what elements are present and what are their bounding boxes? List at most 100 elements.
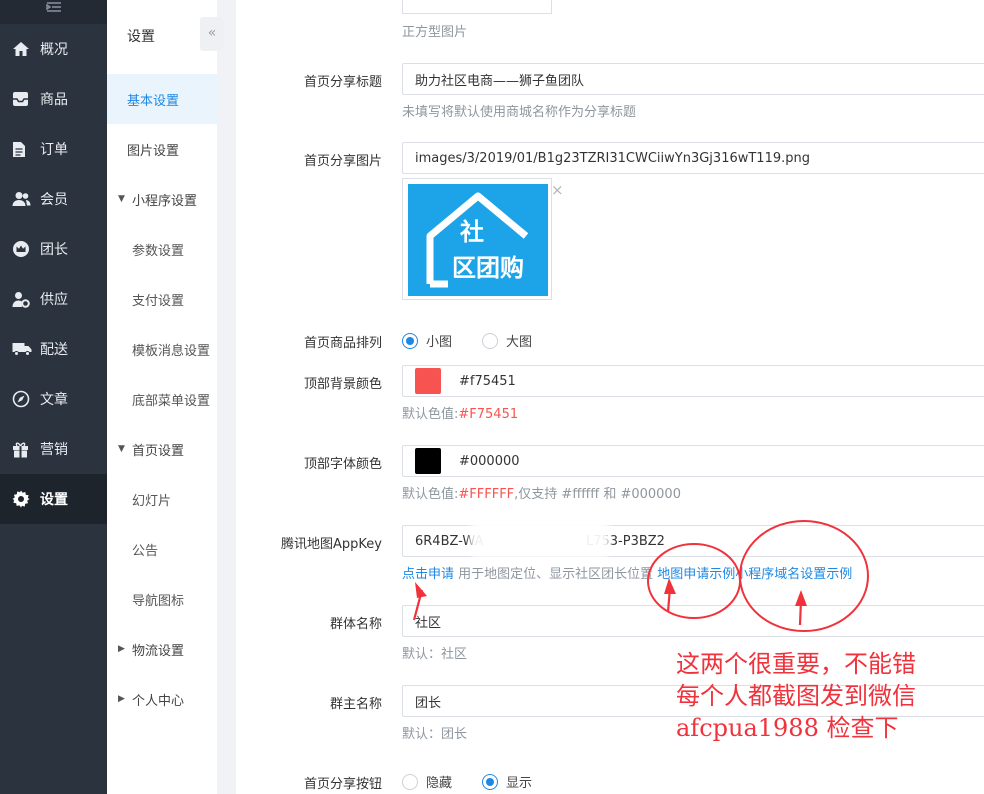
collapse-subnav-button[interactable]: « [200, 17, 224, 51]
hint-prefix: 默认色值: [402, 407, 459, 422]
annotation-line-3: afcpua1988 检查下 [676, 714, 899, 742]
hint-default-value: #F75451 [458, 407, 519, 422]
crown-icon [0, 240, 40, 258]
settings-form: 正方型图片 首页分享标题 助力社区电商——狮子鱼团队 未填写将默认使用商城名称作… [236, 0, 984, 794]
nav-item-overview[interactable]: 概况 [0, 24, 107, 74]
map-key-hint: 点击申请 用于地图定位、显示社区团长位置 地图申请示例小程序域名设置示例 [402, 563, 852, 582]
subnav-item-slides[interactable]: 幻灯片 [107, 474, 217, 524]
bg-color-input[interactable]: #f75451 [402, 365, 984, 397]
square-image-box[interactable] [402, 0, 552, 14]
nav-item-delivery[interactable]: 配送 [0, 324, 107, 374]
nav-item-marketing[interactable]: 营销 [0, 424, 107, 474]
nav-item-supply[interactable]: 供应 [0, 274, 107, 324]
subnav-item-bottom-menu[interactable]: 底部菜单设置 [107, 374, 217, 424]
subnav-item-images[interactable]: 图片设置 [107, 124, 217, 174]
nav-item-label: 团长 [40, 242, 68, 258]
map-key-label: 腾讯地图AppKey [281, 537, 382, 552]
hint-prefix: 默认色值: [402, 487, 459, 502]
truck-icon [0, 342, 40, 356]
share-button-radio-group: 隐藏 显示 [402, 772, 532, 791]
share-image-input[interactable]: images/3/2019/01/B1g23TZRI31CWCiiwYn3Gj3… [402, 142, 984, 174]
nav-item-label: 文章 [40, 392, 68, 408]
radio-show[interactable] [482, 773, 499, 790]
subnav-item-label: 小程序设置 [132, 193, 198, 209]
share-image-label: 首页分享图片 [303, 154, 382, 169]
font-color-input[interactable]: #000000 [402, 445, 984, 477]
nav-item-label: 商品 [40, 92, 68, 108]
subnav-item-label: 公告 [132, 543, 159, 559]
subnav-group-homepage[interactable]: ▼ 首页设置 [107, 424, 217, 474]
subnav-group-miniprogram[interactable]: ▼ 小程序设置 [107, 174, 217, 224]
group-name-label: 群体名称 [329, 617, 382, 632]
main-sidebar: 概况 商品 订单 会员 团长 供应 配送 文章 营销 设置 [0, 0, 107, 794]
font-color-label: 顶部字体颜色 [303, 457, 382, 472]
nav-item-settings[interactable]: 设置 [0, 474, 107, 524]
share-image-thumbnail: 社 区团购 [402, 178, 552, 300]
subnav-item-basic[interactable]: 基本设置 [107, 74, 217, 124]
subnav-item-label: 模板消息设置 [132, 343, 211, 359]
radio-hide-label: 隐藏 [426, 776, 453, 791]
nav-item-label: 设置 [40, 492, 68, 508]
user-gear-icon [0, 291, 40, 308]
caret-right-icon: ▶ [118, 694, 125, 704]
radio-large-label: 大图 [506, 335, 533, 350]
subnav-group-logistics[interactable]: ▶ 物流设置 [107, 624, 217, 674]
nav-item-leaders[interactable]: 团长 [0, 224, 107, 274]
radio-small-label: 小图 [426, 335, 453, 350]
community-group-buy-logo: 社 区团购 [408, 184, 548, 296]
nav-item-members[interactable]: 会员 [0, 174, 107, 224]
nav-item-orders[interactable]: 订单 [0, 124, 107, 174]
subnav-item-template-msg[interactable]: 模板消息设置 [107, 324, 217, 374]
caret-down-icon: ▼ [118, 444, 125, 454]
font-color-swatch[interactable] [415, 448, 441, 474]
inbox-icon [0, 91, 40, 107]
share-title-input[interactable]: 助力社区电商——狮子鱼团队 [402, 63, 984, 95]
share-title-value: 助力社区电商——狮子鱼团队 [415, 73, 585, 89]
group-name-value: 社区 [415, 615, 442, 631]
apply-key-link[interactable]: 点击申请 [402, 567, 454, 582]
radio-large[interactable] [482, 332, 499, 349]
share-title-label: 首页分享标题 [303, 75, 382, 90]
hint-suffix: ,仅支持 #ffffff 和 #000000 [514, 487, 681, 502]
settings-subnav: 设置 « 基本设置 图片设置 ▼ 小程序设置 参数设置 支付设置 模板消息设置 底… [107, 0, 224, 794]
map-apply-example-link[interactable]: 地图申请示例 [657, 567, 735, 582]
logo-text-qutuangou: 区团购 [452, 254, 524, 282]
subnav-item-notice[interactable]: 公告 [107, 524, 217, 574]
annotation-line-2: 每个人都截图发到微信 [676, 682, 916, 710]
radio-small[interactable] [402, 332, 418, 349]
bg-color-label: 顶部背景颜色 [303, 377, 382, 392]
subnav-item-label: 个人中心 [132, 693, 185, 709]
nav-item-products[interactable]: 商品 [0, 74, 107, 124]
nav-item-label: 配送 [40, 342, 68, 358]
domain-setting-example-link[interactable]: 小程序域名设置示例 [735, 567, 852, 582]
bg-color-value: #f75451 [459, 373, 516, 389]
gear-icon [0, 490, 40, 508]
subnav-item-label: 幻灯片 [132, 493, 172, 509]
subnav-item-params[interactable]: 参数设置 [107, 224, 217, 274]
map-key-hint-text: 用于地图定位、显示社区团长位置 [454, 567, 658, 582]
subnav-item-nav-icons[interactable]: 导航图标 [107, 574, 217, 624]
nav-item-label: 供应 [40, 292, 68, 308]
group-name-input[interactable]: 社区 [402, 605, 984, 637]
subnav-item-label: 物流设置 [132, 643, 185, 659]
radio-hide[interactable] [402, 773, 418, 790]
nav-item-articles[interactable]: 文章 [0, 374, 107, 424]
subnav-group-profile[interactable]: ▶ 个人中心 [107, 674, 217, 724]
nav-item-label: 会员 [40, 192, 68, 208]
subnav-item-label: 底部菜单设置 [132, 393, 211, 409]
bg-color-swatch[interactable] [415, 368, 441, 394]
share-button-label: 首页分享按钮 [303, 777, 382, 792]
square-image-hint: 正方型图片 [402, 25, 468, 40]
caret-right-icon: ▶ [118, 644, 125, 654]
nav-item-label: 营销 [40, 442, 68, 458]
hint-default-value: #FFFFFF [458, 487, 515, 502]
bg-color-hint: 默认色值:#F75451 [402, 403, 518, 422]
compass-icon [0, 390, 40, 408]
share-image-path: images/3/2019/01/B1g23TZRI31CWCiiwYn3Gj3… [415, 150, 810, 166]
layout-radio-group: 小图 大图 [402, 331, 532, 350]
remove-image-icon[interactable]: × [551, 181, 564, 199]
subnav-item-label: 导航图标 [132, 593, 185, 609]
list-collapse-icon[interactable] [0, 0, 107, 24]
nav-item-label: 订单 [40, 142, 68, 158]
subnav-item-payment[interactable]: 支付设置 [107, 274, 217, 324]
